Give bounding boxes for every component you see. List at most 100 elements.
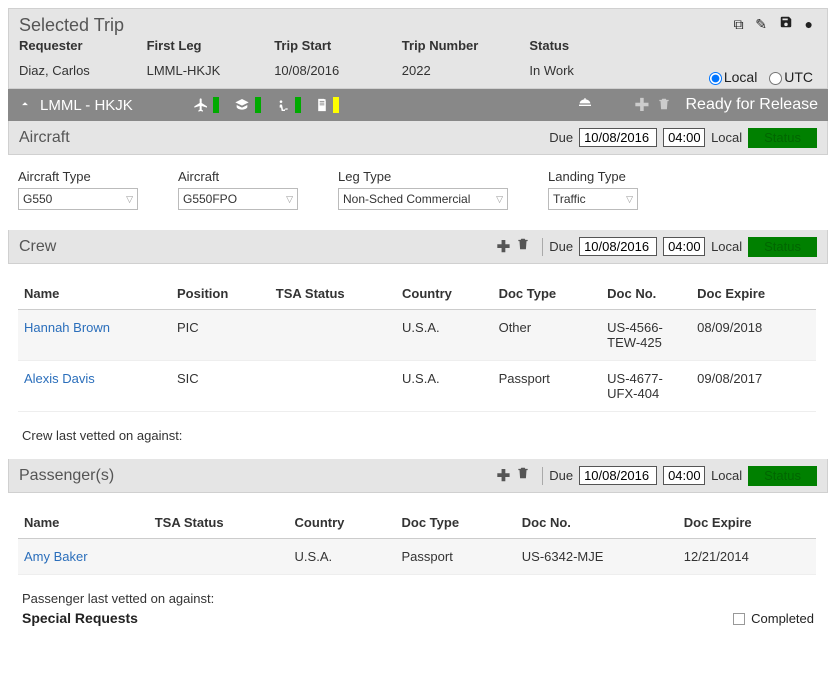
trip-number-value: 2022 xyxy=(402,63,530,78)
add-leg-icon[interactable]: ✚ xyxy=(634,95,649,116)
crew-status-button[interactable]: Status xyxy=(748,237,817,257)
table-row[interactable]: Hannah Brown PIC U.S.A. Other US-4566-TE… xyxy=(18,310,816,361)
col-docexp: Doc Expire xyxy=(691,278,816,310)
crew-name-link[interactable]: Hannah Brown xyxy=(18,310,171,361)
col-doctype: Doc Type xyxy=(396,507,516,539)
leg-service-icons xyxy=(193,97,339,113)
status-tick xyxy=(255,97,261,113)
collapse-icon[interactable] xyxy=(18,97,32,114)
crew-table: Name Position TSA Status Country Doc Typ… xyxy=(18,278,816,412)
aircraft-select[interactable]: G550FPO▽ xyxy=(178,188,298,210)
col-country: Country xyxy=(289,507,396,539)
col-country: Country xyxy=(396,278,493,310)
table-row[interactable]: Amy Baker U.S.A. Passport US-6342-MJE 12… xyxy=(18,539,816,575)
aircraft-due-time[interactable] xyxy=(663,128,705,147)
col-doctype: Doc Type xyxy=(493,278,602,310)
passenger-title: Passenger(s) xyxy=(19,467,114,485)
trip-summary-row: Requester Diaz, Carlos First Leg LMML-HKJK… xyxy=(19,38,817,78)
add-crew-icon[interactable]: ✚ xyxy=(497,237,510,257)
save-icon[interactable] xyxy=(779,16,797,32)
leg-type-label: Leg Type xyxy=(338,169,508,184)
chevron-down-icon: ▽ xyxy=(496,194,503,205)
passenger-status-button[interactable]: Status xyxy=(748,466,817,486)
aircraft-fields: Aircraft Type G550▽ Aircraft G550FPO▽ Le… xyxy=(8,155,828,230)
aircraft-due-date[interactable] xyxy=(579,128,657,147)
document-service-icon[interactable] xyxy=(315,97,339,113)
aircraft-service-icon[interactable] xyxy=(193,97,219,113)
first-leg-value: LMML-HKJK xyxy=(147,63,275,78)
status-tick xyxy=(333,97,339,113)
selected-trip-panel: ⧉ ✎ ● Selected Trip Requester Diaz, Carlo… xyxy=(8,8,828,89)
crew-title: Crew xyxy=(19,238,56,256)
edit-icon[interactable]: ✎ xyxy=(755,16,767,32)
trip-action-icons: ⧉ ✎ ● xyxy=(726,15,813,33)
passenger-table: Name TSA Status Country Doc Type Doc No.… xyxy=(18,507,816,575)
status-label: Status xyxy=(529,38,657,53)
aircraft-title: Aircraft xyxy=(19,129,70,147)
crew-due-date[interactable] xyxy=(579,237,657,256)
table-row[interactable]: Alexis Davis SIC U.S.A. Passport US-4677… xyxy=(18,361,816,412)
requester-value: Diaz, Carlos xyxy=(19,63,147,78)
tz-utc-radio[interactable] xyxy=(769,72,782,85)
trip-start-label: Trip Start xyxy=(274,38,402,53)
aircraft-type-select[interactable]: G550▽ xyxy=(18,188,138,210)
due-label: Due xyxy=(549,130,573,145)
remove-icon[interactable]: ● xyxy=(805,16,813,32)
delete-crew-icon[interactable] xyxy=(516,236,530,257)
trip-start-value: 10/08/2016 xyxy=(274,63,402,78)
col-tsa: TSA Status xyxy=(270,278,396,310)
tz-utc-option[interactable]: UTC xyxy=(761,69,813,85)
tz-local-option[interactable]: Local xyxy=(701,69,757,85)
aircraft-tz-label: Local xyxy=(711,130,742,145)
leg-add-delete: ✚ xyxy=(634,95,671,116)
aircraft-section-header: Aircraft Due Local Status xyxy=(8,121,828,155)
tz-local-radio[interactable] xyxy=(709,72,722,85)
crew-due-time[interactable] xyxy=(663,237,705,256)
timezone-toggle: Local UTC xyxy=(701,69,813,85)
chevron-down-icon: ▽ xyxy=(126,194,133,205)
passenger-name-link[interactable]: Amy Baker xyxy=(18,539,149,575)
due-label: Due xyxy=(549,468,573,483)
chevron-down-icon: ▽ xyxy=(626,194,633,205)
crew-vetted-note: Crew last vetted on against: xyxy=(8,418,828,459)
delete-passenger-icon[interactable] xyxy=(516,465,530,486)
panel-title: Selected Trip xyxy=(19,15,817,36)
aircraft-label: Aircraft xyxy=(178,169,298,184)
landing-type-select[interactable]: Traffic▽ xyxy=(548,188,638,210)
completed-checkbox-label[interactable]: Completed xyxy=(733,611,814,626)
col-docno: Doc No. xyxy=(601,278,691,310)
crew-section-header: Crew ✚ Due Local Status xyxy=(8,230,828,264)
status-tick xyxy=(213,97,219,113)
status-value: In Work xyxy=(529,63,657,78)
landing-type-label: Landing Type xyxy=(548,169,638,184)
crew-name-link[interactable]: Alexis Davis xyxy=(18,361,171,412)
crew-tz-label: Local xyxy=(711,239,742,254)
crew-service-icon[interactable] xyxy=(233,97,261,113)
aircraft-type-label: Aircraft Type xyxy=(18,169,138,184)
aircraft-status-button[interactable]: Status xyxy=(748,128,817,148)
special-requests-row: Special Requests Completed xyxy=(8,608,828,632)
first-leg-label: First Leg xyxy=(147,38,275,53)
passenger-service-icon[interactable] xyxy=(275,97,301,113)
completed-checkbox[interactable] xyxy=(733,613,745,625)
trip-number-label: Trip Number xyxy=(402,38,530,53)
special-requests-title: Special Requests xyxy=(22,610,138,626)
ready-for-release-link[interactable]: Ready for Release xyxy=(685,96,818,114)
leg-type-select[interactable]: Non-Sched Commercial▽ xyxy=(338,188,508,210)
col-tsa: TSA Status xyxy=(149,507,289,539)
chevron-down-icon: ▽ xyxy=(286,194,293,205)
passenger-due-date[interactable] xyxy=(579,466,657,485)
delete-leg-icon[interactable] xyxy=(657,96,671,115)
due-label: Due xyxy=(549,239,573,254)
requester-label: Requester xyxy=(19,38,147,53)
col-position: Position xyxy=(171,278,270,310)
catering-icon[interactable] xyxy=(576,96,594,115)
add-passenger-icon[interactable]: ✚ xyxy=(497,466,510,486)
passenger-due-time[interactable] xyxy=(663,466,705,485)
copy-icon[interactable]: ⧉ xyxy=(734,16,744,32)
passenger-vetted-note: Passenger last vetted on against: xyxy=(8,581,828,608)
status-tick xyxy=(295,97,301,113)
col-name: Name xyxy=(18,507,149,539)
passenger-section-header: Passenger(s) ✚ Due Local Status xyxy=(8,459,828,493)
col-docno: Doc No. xyxy=(516,507,678,539)
